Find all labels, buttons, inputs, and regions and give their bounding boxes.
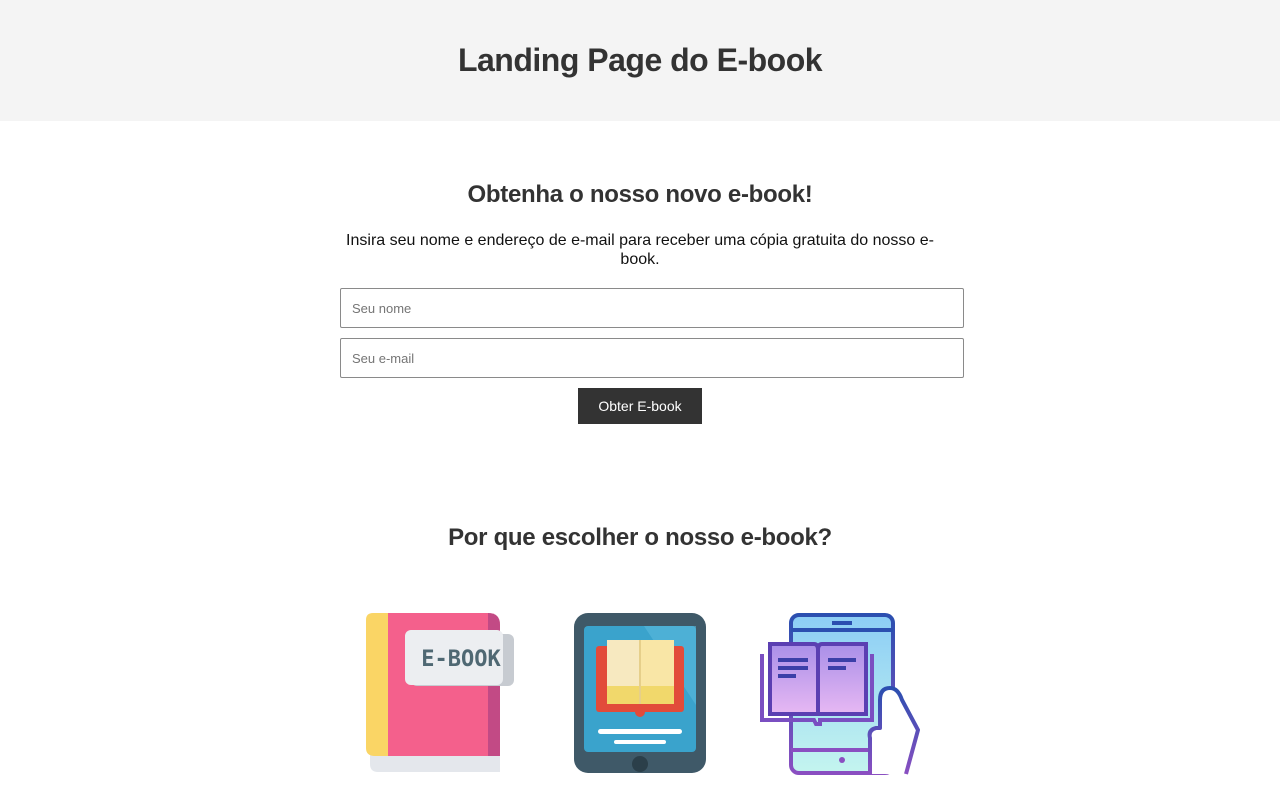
get-ebook-button[interactable]: Obter E-book [578,388,702,424]
page-title: Landing Page do E-book [457,42,823,78]
phone-open-book-icon [758,610,928,781]
ebook-cover-label: E-BOOK [421,647,501,672]
signup-description: Insira seu nome e endereço de e-mail par… [346,232,934,268]
name-input[interactable] [340,288,964,328]
signup-title: Obtenha o nosso novo e-book! [467,181,813,208]
ebook-reader-tablet-icon [572,610,708,781]
page-header: Landing Page do E-book [0,0,1280,121]
ebook-book-icon: E-BOOK [362,610,518,781]
email-input[interactable] [340,338,964,378]
features-title: Por que escolher o nosso e-book? [448,524,832,551]
